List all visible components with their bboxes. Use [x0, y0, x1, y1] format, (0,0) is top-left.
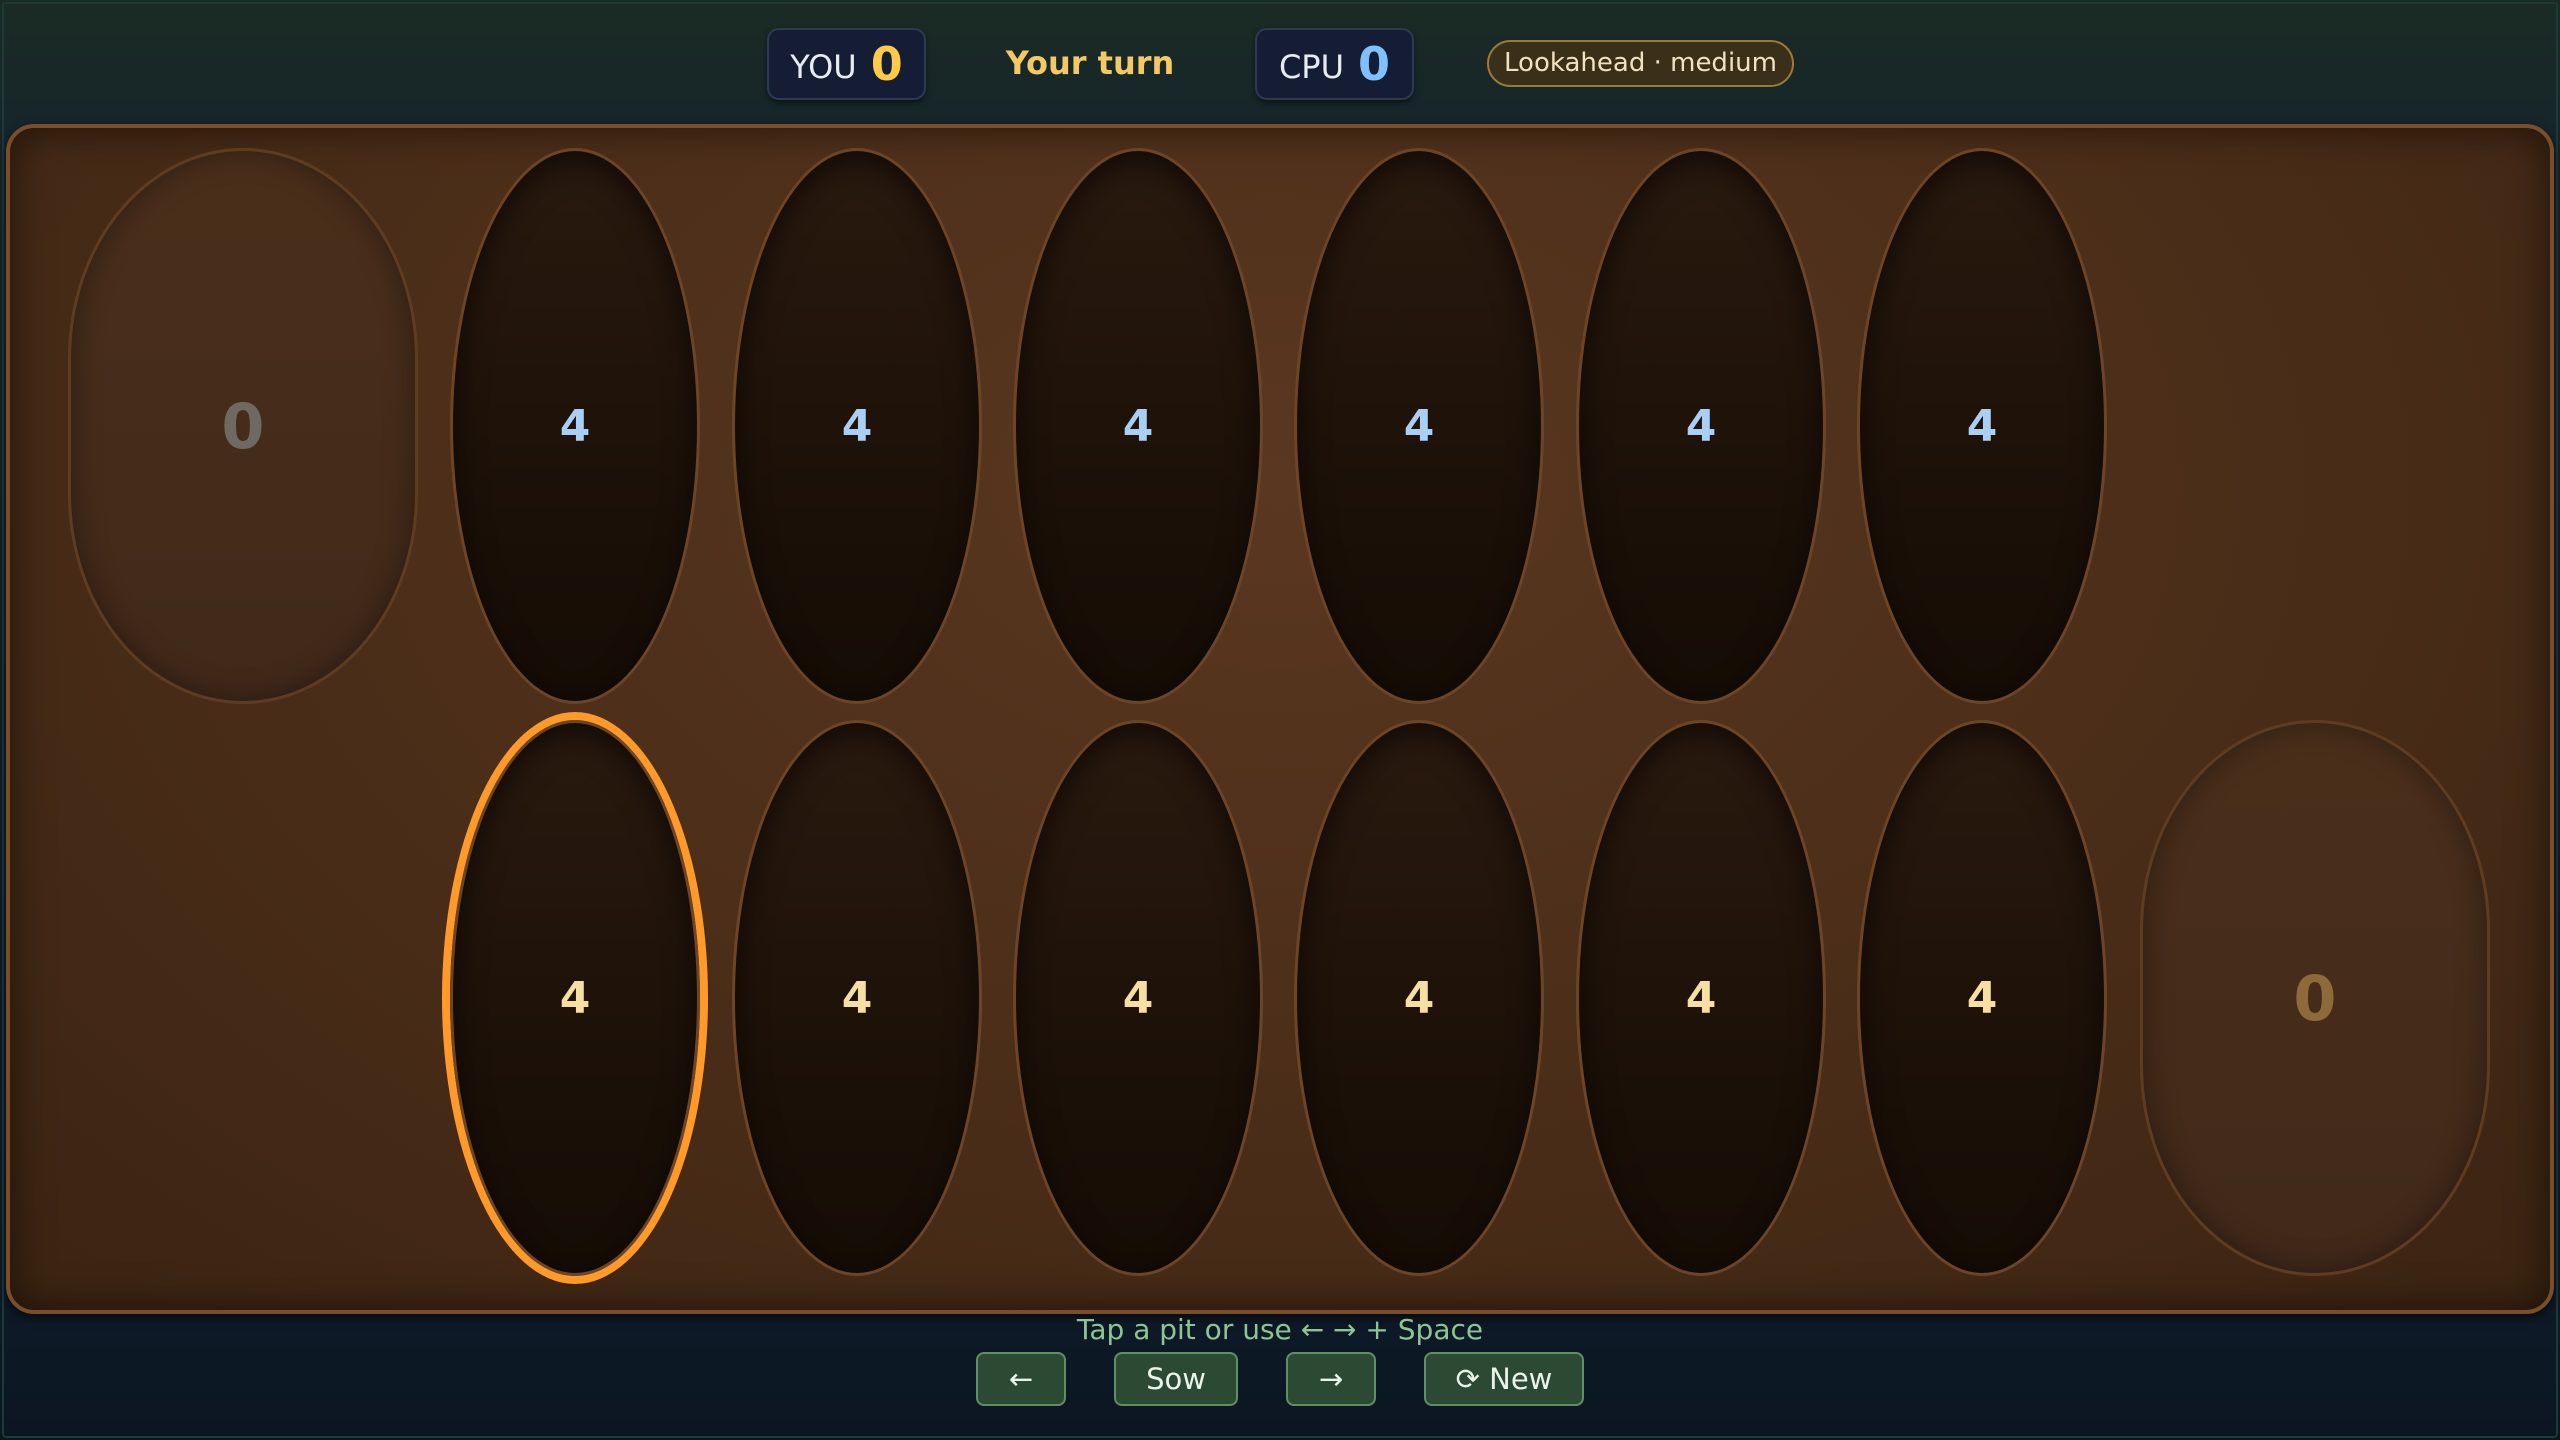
new-game-button[interactable]: ⟳ New: [1424, 1352, 1584, 1406]
you-store: 0: [2140, 720, 2490, 1276]
you-pit-3[interactable]: 4: [1013, 720, 1263, 1276]
you-pit-1[interactable]: 4: [450, 720, 700, 1276]
controls-hint: Tap a pit or use ← → + Space: [1076, 1313, 1484, 1346]
you-score-label: YOU: [790, 48, 857, 86]
you-pit-2[interactable]: 4: [732, 720, 982, 1276]
cpu-score-label: CPU: [1278, 48, 1345, 86]
you-score-card: YOU 0: [767, 28, 926, 100]
sow-button[interactable]: Sow: [1114, 1352, 1238, 1406]
cpu-store: 0: [68, 148, 418, 704]
you-pit-4[interactable]: 4: [1294, 720, 1544, 1276]
cpu-pit-6: 4: [1857, 148, 2107, 704]
cpu-pit-3: 4: [1013, 148, 1263, 704]
cpu-score-card: CPU 0: [1255, 28, 1414, 100]
cpu-pit-2: 4: [732, 148, 982, 704]
cpu-pit-1: 4: [450, 148, 700, 704]
move-right-button[interactable]: →: [1286, 1352, 1376, 1406]
cpu-score-value: 0: [1358, 37, 1391, 91]
ai-difficulty-badge: Lookahead · medium: [1487, 40, 1794, 87]
turn-indicator: Your turn: [1005, 44, 1175, 82]
you-score-value: 0: [870, 37, 903, 91]
you-pit-5[interactable]: 4: [1576, 720, 1826, 1276]
move-left-button[interactable]: ←: [976, 1352, 1066, 1406]
cpu-pit-5: 4: [1576, 148, 1826, 704]
cpu-pit-4: 4: [1294, 148, 1544, 704]
you-pit-6[interactable]: 4: [1857, 720, 2107, 1276]
